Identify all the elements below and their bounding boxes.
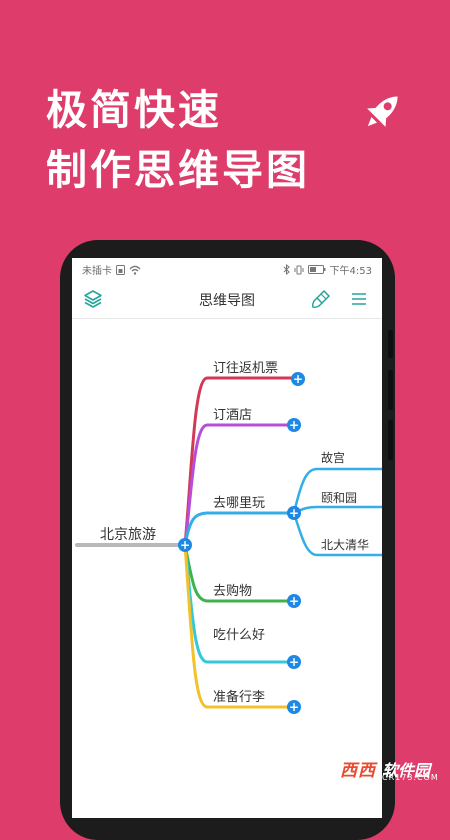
mindmap-root-node[interactable]: 北京旅游: [100, 524, 156, 544]
wifi-icon: [129, 265, 141, 275]
menu-icon[interactable]: [348, 288, 370, 310]
add-node-button[interactable]: +: [287, 506, 301, 520]
branch-node-hotel[interactable]: 订酒店: [213, 404, 252, 423]
branch-node-food[interactable]: 吃什么好: [213, 624, 265, 643]
logo-c-icon: [314, 755, 339, 783]
brush-icon[interactable]: [310, 288, 332, 310]
phone-button: [388, 330, 393, 358]
add-node-button[interactable]: +: [291, 372, 305, 386]
phone-button: [388, 420, 393, 460]
app-bar: 思维导图: [72, 278, 382, 319]
headline-line-1: 极简快速: [46, 86, 222, 134]
subnode-universities[interactable]: 北大清华: [321, 536, 369, 553]
phone-screen: 未插卡 下午4:53 思维导图 北京旅游 + 订往返机票 + 订酒店 + 去哪里…: [72, 258, 382, 818]
status-bar: 未插卡 下午4:53: [72, 258, 382, 278]
mindmap-connectors: [75, 376, 382, 709]
battery-icon: [307, 265, 326, 274]
sim-icon: [116, 264, 125, 275]
add-node-button[interactable]: +: [287, 594, 301, 608]
bluetooth-icon: [283, 264, 290, 275]
add-node-button[interactable]: +: [287, 655, 301, 669]
watermark-logo: 西西 软件园 CR173.COM: [312, 752, 438, 786]
rocket-icon: [367, 96, 398, 127]
subnode-forbidden-city[interactable]: 故宫: [321, 449, 345, 466]
add-node-button[interactable]: +: [178, 538, 192, 552]
add-node-button[interactable]: +: [287, 700, 301, 714]
headline-line-2: 制作思维导图: [46, 146, 310, 194]
clock-text: 下午4:53: [329, 266, 372, 277]
page-title: 思维导图: [199, 293, 255, 309]
mindmap-canvas[interactable]: 北京旅游 + 订往返机票 + 订酒店 + 去哪里玩 + 去购物 + 吃什么好 +…: [72, 319, 382, 818]
branch-node-shopping[interactable]: 去购物: [213, 580, 252, 599]
add-node-button[interactable]: +: [287, 418, 301, 432]
vibrate-icon: [294, 265, 304, 274]
phone-button: [388, 370, 393, 410]
subnode-summer-palace[interactable]: 颐和园: [321, 489, 357, 506]
carrier-text: 未插卡: [82, 266, 112, 277]
watermark-brand: 西西: [340, 761, 376, 781]
watermark-url: CR173.COM: [382, 773, 439, 782]
branch-node-flights[interactable]: 订往返机票: [213, 357, 278, 376]
branch-node-sightseeing[interactable]: 去哪里玩: [213, 492, 265, 511]
branch-node-luggage[interactable]: 准备行李: [213, 686, 265, 705]
